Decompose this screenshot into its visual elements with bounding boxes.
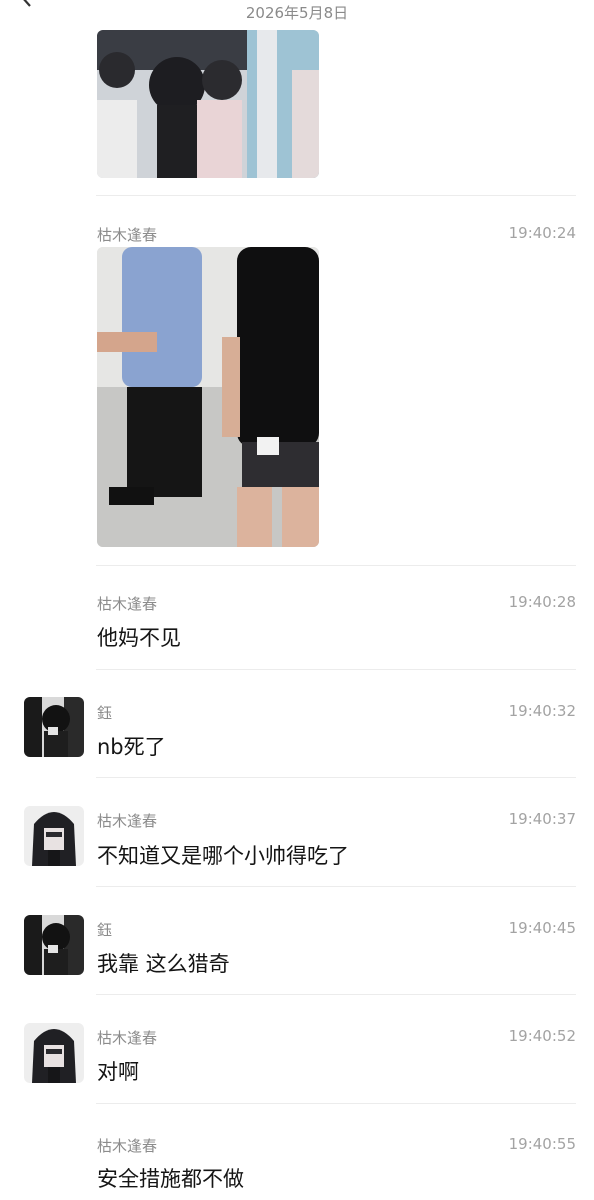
message-text: nb死了 (97, 735, 166, 759)
message-divider (96, 777, 576, 778)
message-divider (96, 886, 576, 887)
avatar[interactable] (24, 697, 84, 757)
message-time: 19:40:37 (508, 810, 576, 828)
message-sender: 枯木逢春 (97, 595, 158, 613)
message-time: 19:40:55 (508, 1135, 576, 1153)
message-divider (96, 1103, 576, 1104)
message-divider (96, 195, 576, 196)
message-text: 对啊 (97, 1060, 139, 1084)
message-sender: 枯木逢春 (97, 1029, 158, 1047)
avatar[interactable] (24, 915, 84, 975)
message-time: 19:40:32 (508, 702, 576, 720)
message-sender: 鈺 (97, 921, 113, 939)
message-sender: 枯木逢春 (97, 812, 158, 830)
message-time: 19:40:52 (508, 1027, 576, 1045)
message-sender: 枯木逢春 (97, 1137, 158, 1155)
message-image-crowd[interactable] (97, 30, 319, 178)
message-text: 他妈不见 (97, 626, 181, 650)
message-text: 不知道又是哪个小帅得吃了 (97, 844, 349, 868)
message-time: 19:40:45 (508, 919, 576, 937)
message-sender: 枯木逢春 (97, 226, 158, 244)
avatar[interactable] (24, 806, 84, 866)
message-divider (96, 669, 576, 670)
message-sender: 鈺 (97, 704, 113, 722)
message-divider (96, 994, 576, 995)
message-divider (96, 565, 576, 566)
date-header: 2026年5月8日 (245, 4, 349, 22)
message-image-police[interactable] (97, 247, 319, 547)
message-text: 安全措施都不做 (97, 1167, 244, 1191)
message-time: 19:40:28 (508, 593, 576, 611)
message-time: 19:40:24 (508, 224, 576, 242)
message-text: 我靠 这么猎奇 (97, 952, 230, 976)
avatar[interactable] (24, 1023, 84, 1083)
